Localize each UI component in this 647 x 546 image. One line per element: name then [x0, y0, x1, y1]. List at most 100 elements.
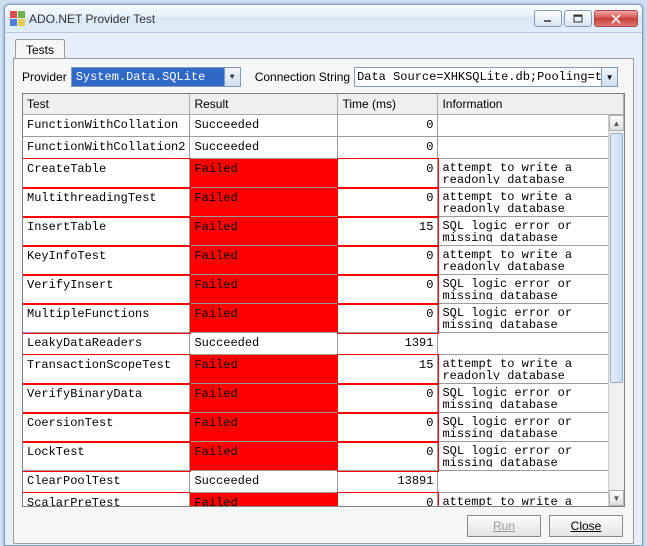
table-row[interactable]: TransactionScopeTestFailed15attempt to w…	[23, 355, 624, 384]
connection-string-input[interactable]: Data Source=XHKSQLite.db;Pooling=true;Fa	[354, 67, 602, 87]
scrollbar-track[interactable]	[609, 131, 624, 490]
scroll-up-icon[interactable]: ▲	[609, 115, 624, 131]
window-title: ADO.NET Provider Test	[29, 12, 534, 26]
toolbar: Provider System.Data.SQLite ▼ Connection…	[22, 67, 625, 87]
cell-time: 0	[338, 442, 438, 471]
cell-time: 15	[338, 355, 438, 384]
main-window: ADO.NET Provider Test Tests Provider Sys…	[4, 4, 643, 546]
scrollbar-thumb[interactable]	[610, 133, 623, 383]
tabstrip: Tests	[5, 33, 642, 59]
content-pane: Provider System.Data.SQLite ▼ Connection…	[13, 58, 634, 544]
cell-time: 0	[338, 115, 438, 137]
cell-time: 0	[338, 304, 438, 333]
cell-info: SQL logic error or missing database	[438, 413, 624, 442]
col-header-time[interactable]: Time (ms)	[338, 94, 438, 115]
cell-info	[438, 333, 624, 355]
table-row[interactable]: VerifyBinaryDataFailed0SQL logic error o…	[23, 384, 624, 413]
cell-info: SQL logic error or missing database	[438, 442, 624, 471]
maximize-button[interactable]	[564, 10, 592, 27]
cell-info: SQL logic error or missing database	[438, 275, 624, 304]
cell-test: CoersionTest	[23, 413, 190, 442]
cell-result: Failed	[190, 246, 338, 275]
cell-time: 13891	[338, 471, 438, 493]
col-header-test[interactable]: Test	[23, 94, 190, 115]
chevron-down-icon[interactable]: ▼	[602, 67, 618, 87]
cell-info: attempt to write a readonly database	[438, 159, 624, 188]
close-button[interactable]: Close	[549, 515, 623, 537]
cell-test: TransactionScopeTest	[23, 355, 190, 384]
cell-result: Succeeded	[190, 115, 338, 137]
cell-test: FunctionWithCollation	[23, 115, 190, 137]
run-button[interactable]: Run	[467, 515, 541, 537]
grid-header-row: Test Result Time (ms) Information	[23, 94, 624, 115]
cell-result: Failed	[190, 493, 338, 508]
cell-time: 0	[338, 188, 438, 217]
cell-test: VerifyInsert	[23, 275, 190, 304]
minimize-button[interactable]	[534, 10, 562, 27]
cell-info	[438, 137, 624, 159]
table-row[interactable]: VerifyInsertFailed0SQL logic error or mi…	[23, 275, 624, 304]
results-grid: Test Result Time (ms) Information Functi…	[22, 93, 625, 507]
button-row: Run Close	[22, 507, 625, 537]
table-row[interactable]: FunctionWithCollationSucceeded0	[23, 115, 624, 137]
cell-info: attempt to write a readonly database	[438, 355, 624, 384]
cell-time: 0	[338, 159, 438, 188]
cell-info: attempt to write a readonly database	[438, 493, 624, 508]
cell-time: 1391	[338, 333, 438, 355]
cell-test: ScalarPreTest	[23, 493, 190, 508]
table-row[interactable]: ScalarPreTestFailed0attempt to write a r…	[23, 493, 624, 508]
cell-test: FunctionWithCollation2	[23, 137, 190, 159]
table-row[interactable]: CoersionTestFailed0SQL logic error or mi…	[23, 413, 624, 442]
table-row[interactable]: ClearPoolTestSucceeded13891	[23, 471, 624, 493]
close-window-button[interactable]	[594, 10, 638, 27]
cell-result: Succeeded	[190, 137, 338, 159]
cell-result: Succeeded	[190, 333, 338, 355]
scroll-down-icon[interactable]: ▼	[609, 490, 624, 506]
table-row[interactable]: LeakyDataReadersSucceeded1391	[23, 333, 624, 355]
table-row[interactable]: InsertTableFailed15SQL logic error or mi…	[23, 217, 624, 246]
cell-result: Failed	[190, 188, 338, 217]
cell-info: SQL logic error or missing database	[438, 217, 624, 246]
cell-info	[438, 471, 624, 493]
cell-info	[438, 115, 624, 137]
col-header-info[interactable]: Information	[438, 94, 624, 115]
table-row[interactable]: MultithreadingTestFailed0attempt to writ…	[23, 188, 624, 217]
cell-test: MultipleFunctions	[23, 304, 190, 333]
table-row[interactable]: MultipleFunctionsFailed0SQL logic error …	[23, 304, 624, 333]
provider-dropdown[interactable]: System.Data.SQLite ▼	[71, 67, 241, 87]
cell-time: 0	[338, 137, 438, 159]
table-row[interactable]: FunctionWithCollation2Succeeded0	[23, 137, 624, 159]
cell-time: 0	[338, 275, 438, 304]
cell-result: Failed	[190, 275, 338, 304]
table-row[interactable]: KeyInfoTestFailed0attempt to write a rea…	[23, 246, 624, 275]
app-icon	[9, 11, 25, 27]
tab-tests[interactable]: Tests	[15, 39, 65, 59]
cell-info: attempt to write a readonly database	[438, 188, 624, 217]
cell-result: Failed	[190, 159, 338, 188]
cell-time: 0	[338, 493, 438, 508]
cell-result: Succeeded	[190, 471, 338, 493]
table-row[interactable]: CreateTableFailed0attempt to write a rea…	[23, 159, 624, 188]
provider-value: System.Data.SQLite	[72, 70, 224, 84]
cell-info: SQL logic error or missing database	[438, 304, 624, 333]
cell-test: VerifyBinaryData	[23, 384, 190, 413]
cell-test: KeyInfoTest	[23, 246, 190, 275]
connection-string-label: Connection String	[255, 70, 350, 84]
cell-result: Failed	[190, 217, 338, 246]
cell-time: 0	[338, 246, 438, 275]
chevron-down-icon[interactable]: ▼	[224, 68, 240, 86]
cell-time: 15	[338, 217, 438, 246]
cell-info: SQL logic error or missing database	[438, 384, 624, 413]
cell-test: LeakyDataReaders	[23, 333, 190, 355]
cell-info: attempt to write a readonly database	[438, 246, 624, 275]
table-row[interactable]: LockTestFailed0SQL logic error or missin…	[23, 442, 624, 471]
cell-result: Failed	[190, 442, 338, 471]
cell-test: LockTest	[23, 442, 190, 471]
titlebar[interactable]: ADO.NET Provider Test	[5, 5, 642, 33]
cell-test: ClearPoolTest	[23, 471, 190, 493]
cell-test: CreateTable	[23, 159, 190, 188]
col-header-result[interactable]: Result	[190, 94, 338, 115]
vertical-scrollbar[interactable]: ▲ ▼	[608, 115, 624, 506]
cell-test: InsertTable	[23, 217, 190, 246]
cell-result: Failed	[190, 304, 338, 333]
